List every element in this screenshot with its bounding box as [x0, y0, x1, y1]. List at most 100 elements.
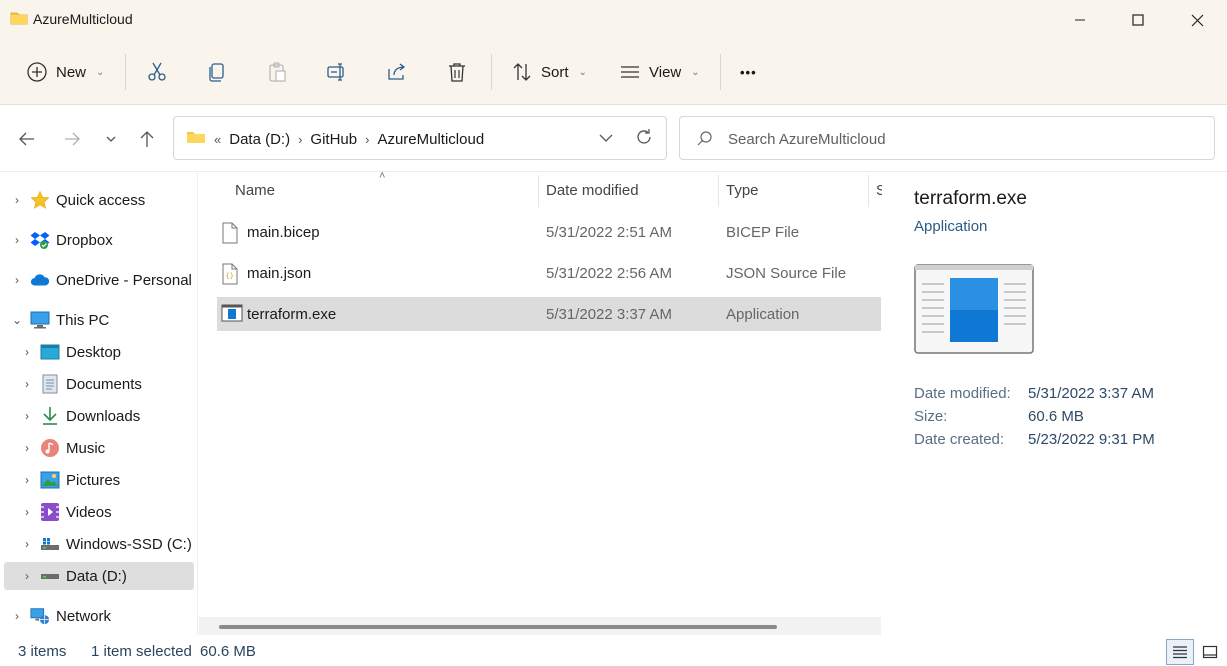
sort-icon: [513, 63, 531, 81]
up-button[interactable]: [132, 126, 162, 152]
rename-icon: [327, 63, 344, 81]
music-icon: [40, 438, 60, 458]
file-type: BICEP File: [726, 224, 800, 241]
chevron-right-icon[interactable]: ›: [20, 537, 34, 551]
property-label: Size:: [914, 408, 948, 425]
more-icon: •••: [740, 64, 757, 80]
sort-ascending-icon: ˄: [379, 170, 386, 182]
column-header-date-modified[interactable]: Date modified: [546, 173, 639, 207]
column-header-type[interactable]: Type: [726, 173, 759, 207]
property-row: Date modified: 5/31/2022 3:37 AM: [914, 382, 1155, 405]
file-date-modified: 5/31/2022 2:56 AM: [546, 265, 672, 282]
delete-button[interactable]: [446, 54, 468, 90]
address-dropdown-button[interactable]: [598, 129, 614, 150]
chevron-right-icon[interactable]: ›: [20, 441, 34, 455]
property-label: Date modified:: [914, 385, 1011, 402]
chevron-right-icon[interactable]: ›: [20, 569, 34, 583]
minimize-button[interactable]: [1051, 0, 1109, 40]
more-options-button[interactable]: •••: [740, 54, 757, 90]
column-divider[interactable]: [538, 175, 539, 207]
plus-circle-icon: [27, 62, 47, 82]
breadcrumb-data-drive[interactable]: Data (D:): [229, 131, 290, 148]
table-row[interactable]: {} main.json 5/31/2022 2:56 AM JSON Sour…: [217, 256, 881, 290]
chevron-right-icon[interactable]: ›: [10, 609, 24, 623]
sort-button[interactable]: Sort ⌄: [511, 54, 587, 90]
file-date-modified: 5/31/2022 3:37 AM: [546, 306, 672, 323]
chevron-down-icon: ⌄: [578, 66, 587, 78]
chevron-right-icon[interactable]: ›: [20, 345, 34, 359]
dropbox-icon: [30, 230, 50, 250]
address-bar[interactable]: « Data (D:) › GitHub › AzureMulticloud: [173, 116, 667, 160]
details-subtitle: Application: [914, 218, 988, 235]
breadcrumb-github[interactable]: GitHub: [310, 131, 357, 148]
drive-icon: [40, 534, 60, 554]
sidebar-item-quick-access[interactable]: › Quick access: [10, 186, 145, 214]
sidebar-item-label: Pictures: [66, 471, 121, 489]
horizontal-scrollbar[interactable]: [199, 617, 881, 635]
sidebar-item-this-pc[interactable]: ⌄ This PC: [10, 306, 109, 334]
breadcrumb-azuremulticloud[interactable]: AzureMulticloud: [377, 131, 484, 148]
close-icon: [1191, 14, 1203, 26]
chevron-right-icon[interactable]: ›: [20, 473, 34, 487]
sidebar-item-windows-ssd[interactable]: › Windows-SSD (C:): [20, 530, 192, 558]
application-icon: [221, 304, 243, 326]
scrollbar-thumb[interactable]: [219, 625, 777, 629]
column-divider[interactable]: [718, 175, 719, 207]
arrow-left-icon: [19, 132, 34, 146]
refresh-button[interactable]: [634, 127, 654, 150]
chevron-down-icon[interactable]: ⌄: [10, 313, 24, 327]
chevron-right-icon[interactable]: ›: [10, 193, 24, 207]
search-box[interactable]: [679, 116, 1215, 160]
file-type: JSON Source File: [726, 265, 847, 282]
forward-button[interactable]: [57, 126, 87, 152]
details-pane: terraform.exe Application Date modified:…: [883, 173, 1227, 635]
sidebar-item-dropbox[interactable]: › Dropbox: [10, 226, 113, 254]
property-row: Date created: 5/23/2022 9:31 PM: [914, 428, 1155, 451]
search-input[interactable]: [728, 128, 1198, 150]
chevron-right-icon[interactable]: ›: [20, 377, 34, 391]
sidebar-item-onedrive[interactable]: › OneDrive - Personal: [10, 266, 192, 294]
close-button[interactable]: [1168, 0, 1226, 40]
recent-locations-button[interactable]: [96, 126, 126, 152]
breadcrumb-separator-icon: ›: [365, 131, 370, 147]
paste-button[interactable]: [266, 54, 288, 90]
file-date-modified: 5/31/2022 2:51 AM: [546, 224, 672, 241]
copy-icon: [209, 63, 224, 82]
chevron-right-icon[interactable]: ›: [20, 505, 34, 519]
maximize-button[interactable]: [1109, 0, 1167, 40]
back-button[interactable]: [12, 126, 42, 152]
share-button[interactable]: [386, 54, 408, 90]
sidebar-item-desktop[interactable]: › Desktop: [20, 338, 121, 366]
sidebar-item-network[interactable]: › Network: [10, 602, 111, 630]
search-icon: [696, 130, 714, 151]
chevron-right-icon[interactable]: ›: [10, 273, 24, 287]
details-view-button[interactable]: [1166, 639, 1194, 665]
rename-button[interactable]: [326, 54, 348, 90]
table-row[interactable]: main.bicep 5/31/2022 2:51 AM BICEP File: [217, 215, 881, 249]
table-row[interactable]: terraform.exe 5/31/2022 3:37 AM Applicat…: [217, 297, 881, 331]
sidebar-item-videos[interactable]: › Videos: [20, 498, 112, 526]
large-icons-view-button[interactable]: [1196, 639, 1224, 665]
sidebar-item-downloads[interactable]: › Downloads: [20, 402, 140, 430]
breadcrumb-overflow[interactable]: «: [214, 132, 221, 147]
json-file-icon: {}: [221, 263, 239, 289]
copy-button[interactable]: [206, 54, 228, 90]
download-icon: [40, 406, 60, 426]
view-button[interactable]: View ⌄: [619, 54, 700, 90]
cut-button[interactable]: [146, 54, 168, 90]
sidebar-item-pictures[interactable]: › Pictures: [20, 466, 120, 494]
chevron-right-icon[interactable]: ›: [10, 233, 24, 247]
sidebar-item-label: Data (D:): [66, 567, 127, 585]
sidebar-item-documents[interactable]: › Documents: [20, 370, 142, 398]
file-icon: [221, 222, 239, 248]
new-button[interactable]: New ⌄: [26, 54, 104, 90]
property-value: 5/31/2022 3:37 AM: [1028, 385, 1154, 402]
chevron-down-icon: ⌄: [96, 66, 105, 78]
sidebar-item-data-drive[interactable]: › Data (D:): [4, 562, 194, 590]
sidebar-item-music[interactable]: › Music: [20, 434, 105, 462]
folder-icon: [10, 10, 28, 29]
column-divider[interactable]: [868, 175, 869, 207]
chevron-right-icon[interactable]: ›: [20, 409, 34, 423]
column-header-name[interactable]: Name: [235, 173, 275, 207]
column-header-size[interactable]: S: [876, 173, 882, 207]
